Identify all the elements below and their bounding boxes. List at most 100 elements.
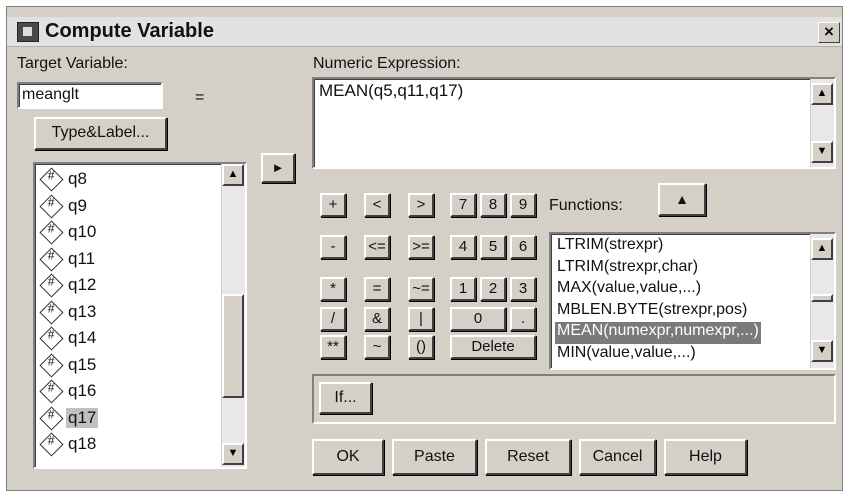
scroll-down-icon[interactable]: ▼ [811,141,833,163]
scroll-down-icon[interactable]: ▼ [811,340,833,362]
expression-scrollbar[interactable]: ▲ ▼ [810,79,834,167]
scroll-down-icon[interactable]: ▼ [222,443,244,465]
digit-key[interactable]: 9 [510,193,536,217]
variable-item-label: q16 [68,381,97,400]
variable-list-scrollbar[interactable]: ▲ ▼ [221,164,245,467]
numeric-variable-icon [39,193,64,219]
numeric-variable-icon [39,432,64,457]
variable-item[interactable]: q17 [39,405,219,432]
functions-scrollbar[interactable]: ▲ ▼ [810,234,834,368]
numeric-expression-input[interactable]: MEAN(q5,q11,q17) ▲ ▼ [312,77,836,169]
scroll-up-icon[interactable]: ▲ [811,83,833,105]
if-button[interactable]: If... [319,382,372,414]
function-item[interactable]: MBLEN.BYTE(strexpr,pos) [555,301,749,323]
function-item[interactable]: MEAN(numexpr,numexpr,...) [555,322,761,344]
operator-key[interactable]: ~= [408,277,434,301]
move-variable-button[interactable]: ► [261,153,295,183]
variable-item-label: q10 [68,222,97,241]
variable-item-label: q18 [68,434,97,453]
title-bar[interactable]: Compute Variable × [7,17,842,47]
digit-key[interactable]: 3 [510,277,536,301]
target-variable-label: Target Variable: [17,55,128,72]
functions-list[interactable]: LTRIM(strexpr) LTRIM(strexpr,char) MAX(val… [549,232,836,370]
scroll-thumb[interactable] [811,294,833,302]
close-button[interactable]: × [818,22,840,43]
app-icon [17,22,39,42]
operator-key[interactable]: & [364,307,390,331]
digit-key[interactable]: 6 [510,235,536,259]
numeric-variable-icon [39,246,64,272]
variable-item[interactable]: q10 [39,220,219,246]
type-label-button[interactable]: Type&Label... [34,117,167,150]
numeric-expression-text: MEAN(q5,q11,q17) [319,81,464,100]
variable-item-label: q13 [68,301,97,321]
target-variable-input[interactable]: meanglt [17,82,163,109]
operator-key[interactable]: - [320,235,346,259]
variable-item[interactable]: q18 [39,432,219,458]
paste-button[interactable]: Paste [392,439,477,475]
equals-sign: = [195,89,205,106]
function-item[interactable]: LTRIM(strexpr,char) [555,258,700,280]
variable-item-label: q8 [68,169,87,188]
variable-item[interactable]: q15 [39,352,219,379]
digit-key[interactable]: 1 [450,277,476,301]
function-item[interactable]: MAX(value,value,...) [555,279,703,301]
numeric-variable-icon [39,326,64,351]
digit-key[interactable]: 4 [450,235,476,259]
if-condition-group: If... [312,374,836,424]
variable-item-label: q14 [68,328,97,347]
operator-key[interactable]: = [364,277,390,301]
variable-item[interactable]: q14 [39,326,219,352]
operator-key[interactable]: () [408,335,434,359]
scroll-up-icon[interactable]: ▲ [222,164,244,186]
operator-key[interactable]: < [364,193,390,217]
cancel-button[interactable]: Cancel [579,439,656,475]
digit-key[interactable]: 2 [480,277,506,301]
digit-key[interactable]: 7 [450,193,476,217]
operator-key[interactable]: + [320,193,346,217]
numeric-variable-icon [39,379,64,404]
function-item[interactable]: MIN(value,value,...) [555,344,698,366]
scroll-thumb[interactable] [222,294,244,398]
operator-key[interactable]: >= [408,235,434,259]
dialog-title: Compute Variable [45,20,214,42]
variable-item-label: q11 [68,248,96,268]
ok-button[interactable]: OK [312,439,384,475]
variable-item[interactable]: q16 [39,379,219,405]
variable-item[interactable]: q12 [39,273,219,299]
variable-item-label: q15 [68,354,97,374]
reset-button[interactable]: Reset [485,439,571,475]
compute-variable-dialog: Compute Variable × Target Variable: mean… [6,6,843,491]
numeric-expression-label: Numeric Expression: [313,55,461,72]
numeric-variable-icon [39,405,64,431]
operator-key[interactable]: <= [364,235,390,259]
operator-key[interactable]: | [408,307,434,331]
function-item[interactable]: LTRIM(strexpr) [555,236,665,258]
variable-item[interactable]: q9 [39,193,219,220]
operator-key[interactable]: ~ [364,335,390,359]
operator-key[interactable]: ** [320,335,346,359]
delete-key[interactable]: Delete [450,335,536,359]
digit-key[interactable]: 5 [480,235,506,259]
numeric-variable-icon [39,220,64,245]
digit-key[interactable]: 0 [450,307,506,331]
variable-item-label: q17 [66,407,99,428]
operator-key[interactable]: > [408,193,434,217]
operator-key[interactable]: * [320,277,346,301]
insert-function-button[interactable]: ▲ [658,183,706,216]
variable-list[interactable]: q8 q9 q10 q11 q12 q13 q14 q15 q16 q17 q18 ▲ ▼ [33,162,247,469]
scroll-up-icon[interactable]: ▲ [811,238,833,260]
digit-key[interactable]: 8 [480,193,506,217]
help-button[interactable]: Help [664,439,747,475]
numeric-variable-icon [39,352,64,378]
numeric-variable-icon [39,273,64,298]
calculator-keypad: + < > - <= >= * = ~= / & | ** ~ () 7 8 9 4 5 6 1 2 3 0. Delete [312,183,539,359]
variable-item-label: q12 [68,275,97,294]
variable-item[interactable]: q13 [39,299,219,326]
variable-item[interactable]: q8 [39,167,219,193]
numeric-variable-icon [39,299,64,325]
operator-key[interactable]: / [320,307,346,331]
variable-item[interactable]: q11 [39,246,219,273]
functions-label: Functions: [549,197,623,214]
decimal-key[interactable]: . [510,307,536,331]
